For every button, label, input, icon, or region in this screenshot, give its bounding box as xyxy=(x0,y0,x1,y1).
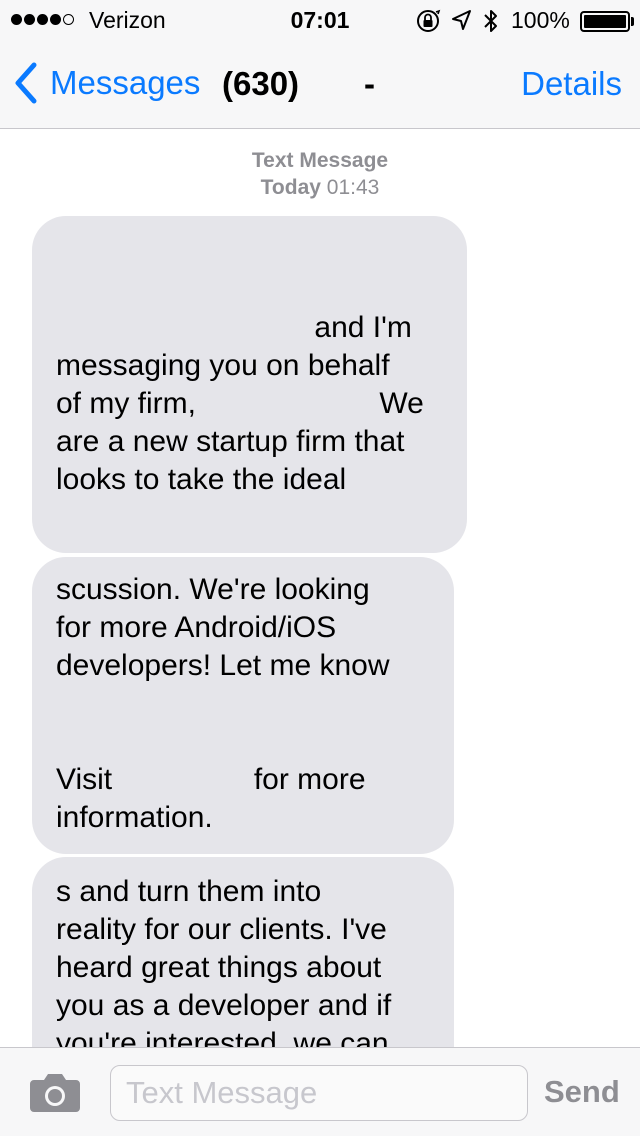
message-line: messaging you on behalf xyxy=(56,349,390,382)
message-timestamp: Text Message Today 01:43 xyxy=(0,147,640,201)
message-line: you as a developer and if xyxy=(56,989,392,1022)
timestamp-time: 01:43 xyxy=(326,176,380,199)
message-line: information. xyxy=(56,801,213,834)
camera-icon xyxy=(30,1074,80,1112)
back-to-messages-button[interactable]: Messages xyxy=(14,60,200,106)
message-line: looks to take the ideal xyxy=(56,463,347,496)
message-line: heard great things about xyxy=(56,951,382,984)
message-line: are a new startup firm that xyxy=(56,425,405,458)
message-composer: Send xyxy=(0,1047,640,1136)
bluetooth-icon xyxy=(484,10,497,32)
unread-count-badge: (630) xyxy=(222,65,300,102)
timestamp-day: Today xyxy=(260,176,321,199)
location-arrow-icon xyxy=(452,10,471,30)
incoming-message-bubble[interactable]: and I'm messaging you on behalf of my fi… xyxy=(32,216,467,553)
battery-icon xyxy=(580,11,630,32)
status-bar: Verizon 07:01 100% xyxy=(0,0,640,40)
incoming-message-bubble[interactable]: scussion. We're looking for more Android… xyxy=(32,557,454,854)
messages-screen: Verizon 07:01 100% Messages (630) - Deta… xyxy=(0,0,640,1136)
top-bar: Verizon 07:01 100% Messages (630) - Deta… xyxy=(0,0,640,129)
message-line: and I'm xyxy=(56,311,412,344)
conversation-title: - xyxy=(364,65,375,102)
message-line xyxy=(56,723,430,761)
message-line: for more Android/iOS xyxy=(56,611,337,644)
message-type-label: Text Message xyxy=(251,149,389,172)
message-line: s and turn them into xyxy=(56,875,322,908)
camera-button[interactable] xyxy=(28,1072,82,1114)
chevron-left-icon xyxy=(15,62,37,104)
message-line: reality for our clients. I've xyxy=(56,913,387,946)
battery-percent: 100% xyxy=(511,7,570,33)
message-line: developers! Let me know xyxy=(56,649,390,682)
send-button[interactable]: Send xyxy=(544,1074,620,1110)
message-line: scussion. We're looking xyxy=(56,573,370,606)
rotation-lock-icon xyxy=(417,9,441,32)
details-button[interactable]: Details xyxy=(521,65,622,103)
message-input[interactable] xyxy=(110,1065,528,1121)
message-line: of my firm, We xyxy=(56,387,424,420)
back-label: Messages xyxy=(50,64,201,101)
message-line xyxy=(56,685,430,723)
message-line: Visit for more xyxy=(56,763,366,796)
navigation-bar: Messages (630) - Details xyxy=(0,40,640,128)
